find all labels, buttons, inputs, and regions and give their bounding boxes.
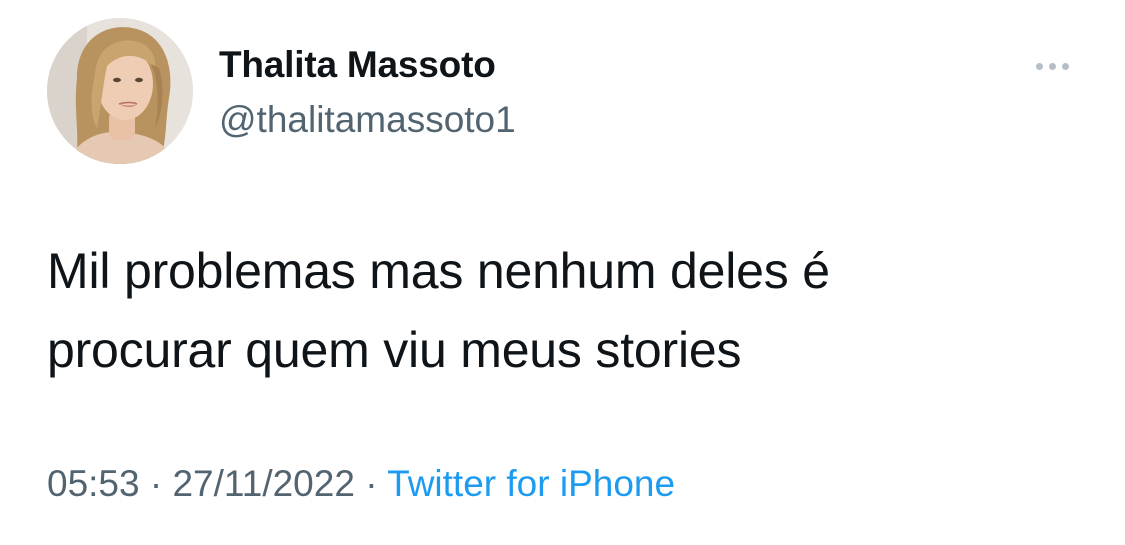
- tweet-date[interactable]: 27/11/2022: [172, 463, 354, 504]
- ellipsis-icon: [1048, 62, 1056, 70]
- tweet-text-line: Mil problemas mas nenhum deles é: [47, 243, 830, 299]
- ellipsis-icon: [1035, 62, 1043, 70]
- tweet-metadata: 05:53 · 27/11/2022 · Twitter for iPhone: [47, 463, 675, 505]
- ellipsis-icon: [1061, 62, 1069, 70]
- tweet-card: Thalita Massoto @thalitamassoto1 Mil pro…: [0, 0, 1125, 545]
- meta-separator: ·: [365, 463, 378, 504]
- profile-photo-icon: [47, 18, 193, 164]
- tweet-time[interactable]: 05:53: [47, 463, 140, 504]
- author-display-name[interactable]: Thalita Massoto: [219, 44, 496, 86]
- more-options-button[interactable]: [1026, 52, 1078, 80]
- author-avatar[interactable]: [47, 18, 193, 164]
- tweet-text-line: procurar quem viu meus stories: [47, 322, 742, 378]
- tweet-text: Mil problemas mas nenhum deles é procura…: [47, 232, 1087, 390]
- meta-separator: ·: [149, 463, 163, 504]
- tweet-source-link[interactable]: Twitter for iPhone: [387, 463, 675, 504]
- author-handle[interactable]: @thalitamassoto1: [219, 99, 516, 141]
